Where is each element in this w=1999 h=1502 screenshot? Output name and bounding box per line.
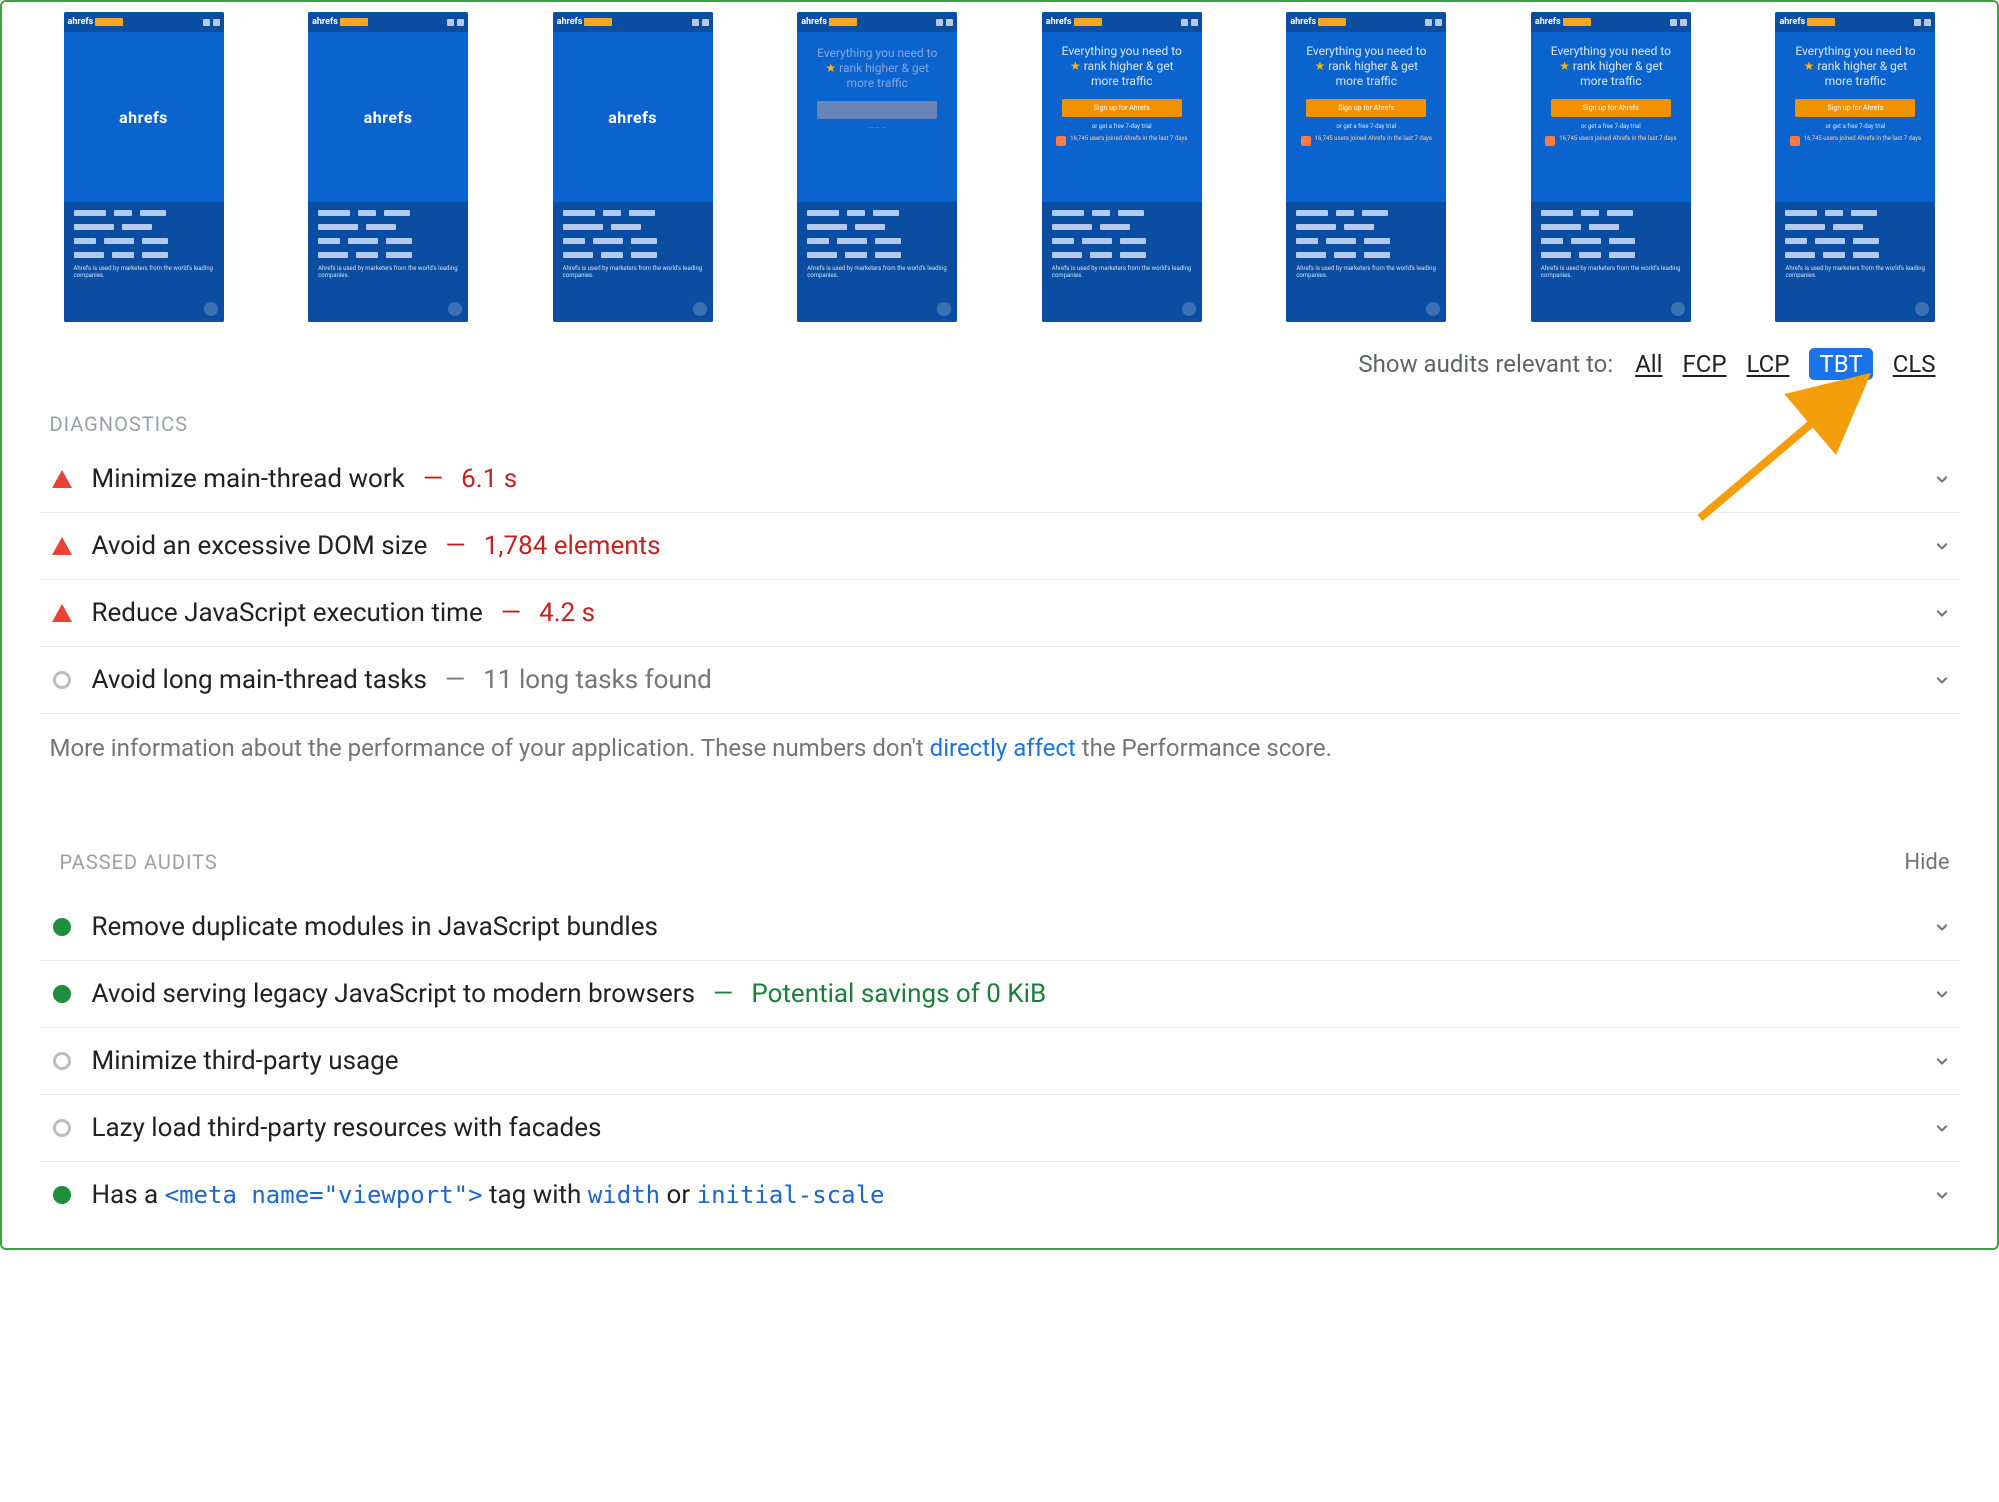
thumb-cta: Sign up for Ahrefs (1795, 99, 1915, 117)
audit-row[interactable]: Minimize third-party usage (40, 1028, 1960, 1095)
thumb-cta: Sign up for Ahrefs (1551, 99, 1671, 117)
thumb-brand: ahrefs (312, 17, 338, 27)
filter-row: Show audits relevant to: All FCP LCP TBT… (40, 342, 1960, 388)
filter-cls[interactable]: CLS (1893, 350, 1936, 378)
audit-dash: — (501, 598, 521, 628)
chevron-down-icon[interactable] (1932, 536, 1952, 556)
code-span: <meta name="viewport"> (165, 1181, 483, 1209)
filter-all[interactable]: All (1635, 350, 1662, 378)
audit-title: Avoid an excessive DOM size (92, 531, 428, 561)
audit-dash: — (713, 979, 733, 1009)
info-circle-icon (50, 1119, 74, 1137)
audit-value: 1,784 elements (484, 531, 661, 561)
audit-dash: — (445, 531, 465, 561)
chevron-down-icon[interactable] (1932, 1051, 1952, 1071)
info-circle-icon (50, 1052, 74, 1070)
filmstrip: ahrefs ahrefs Ahrefs is used by marketer… (40, 2, 1960, 342)
audit-row[interactable]: Remove duplicate modules in JavaScript b… (40, 894, 1960, 961)
diagnostics-info: More information about the performance o… (40, 714, 1960, 766)
section-passed-title: PASSED AUDITS (50, 790, 228, 884)
thumb-brand: ahrefs (1779, 17, 1805, 27)
chevron-down-icon[interactable] (1932, 1118, 1952, 1138)
filmstrip-thumb[interactable]: ahrefs ahrefs Ahrefs is used by marketer… (64, 12, 224, 322)
lighthouse-panel: ahrefs ahrefs Ahrefs is used by marketer… (20, 2, 1980, 1228)
chevron-down-icon[interactable] (1932, 1185, 1952, 1205)
thumb-brand: ahrefs (1046, 17, 1072, 27)
filter-tbt[interactable]: TBT (1809, 348, 1872, 380)
audit-row[interactable]: Lazy load third-party resources with fac… (40, 1095, 1960, 1162)
thumb-cta (817, 101, 937, 119)
pass-circle-icon (50, 985, 74, 1003)
fail-triangle-icon (50, 470, 74, 488)
audit-value: 6.1 s (461, 464, 517, 494)
filmstrip-thumb[interactable]: ahrefs Everything you need to ★ rank hig… (797, 12, 957, 322)
audit-dash: — (445, 665, 465, 695)
pass-circle-icon (50, 918, 74, 936)
chevron-down-icon[interactable] (1932, 984, 1952, 1004)
thumb-brand: ahrefs (801, 17, 827, 27)
audit-title: Has a <meta name="viewport"> tag with wi… (92, 1180, 885, 1210)
thumb-brand: ahrefs (68, 17, 94, 27)
filter-label: Show audits relevant to: (1358, 350, 1613, 378)
chevron-down-icon[interactable] (1932, 670, 1952, 690)
filmstrip-thumb[interactable]: ahrefs ahrefs Ahrefs is used by marketer… (553, 12, 713, 322)
code-span: initial-scale (697, 1181, 885, 1209)
info-circle-icon (50, 671, 74, 689)
directly-affect-link[interactable]: directly affect (930, 734, 1076, 762)
audit-title: Avoid long main-thread tasks (92, 665, 427, 695)
thumb-logo: ahrefs (364, 108, 413, 127)
filter-lcp[interactable]: LCP (1746, 350, 1789, 378)
section-diagnostics-title: DIAGNOSTICS (40, 388, 1960, 446)
chevron-down-icon[interactable] (1932, 917, 1952, 937)
audit-row[interactable]: Reduce JavaScript execution time — 4.2 s (40, 580, 1960, 647)
audit-value: Potential savings of 0 KiB (751, 979, 1046, 1009)
passed-list: Remove duplicate modules in JavaScript b… (40, 894, 1960, 1228)
filmstrip-thumb[interactable]: ahrefs Everything you need to ★ rank hig… (1286, 12, 1446, 322)
audit-title: Reduce JavaScript execution time (92, 598, 483, 628)
fail-triangle-icon (50, 537, 74, 555)
filter-fcp[interactable]: FCP (1682, 350, 1726, 378)
audit-row[interactable]: Avoid long main-thread tasks — 11 long t… (40, 647, 1960, 714)
diagnostics-list: Minimize main-thread work — 6.1 s Avoid … (40, 446, 1960, 714)
audit-title: Avoid serving legacy JavaScript to moder… (92, 979, 696, 1009)
pass-circle-icon (50, 1186, 74, 1204)
audit-row[interactable]: Has a <meta name="viewport"> tag with wi… (40, 1162, 1960, 1228)
thumb-cta: Sign up for Ahrefs (1062, 99, 1182, 117)
thumb-logo: ahrefs (119, 108, 168, 127)
thumb-logo: ahrefs (608, 108, 657, 127)
thumb-brand: ahrefs (557, 17, 583, 27)
filmstrip-thumb[interactable]: ahrefs Everything you need to ★ rank hig… (1531, 12, 1691, 322)
audit-value: 11 long tasks found (483, 665, 712, 695)
fail-triangle-icon (50, 604, 74, 622)
chevron-down-icon[interactable] (1932, 469, 1952, 489)
audit-title: Minimize third-party usage (92, 1046, 399, 1076)
code-span: width (588, 1181, 660, 1209)
audit-row[interactable]: Avoid serving legacy JavaScript to moder… (40, 961, 1960, 1028)
thumb-brand: ahrefs (1290, 17, 1316, 27)
hide-button[interactable]: Hide (1904, 800, 1949, 875)
audit-title: Minimize main-thread work (92, 464, 405, 494)
audit-row[interactable]: Minimize main-thread work — 6.1 s (40, 446, 1960, 513)
audit-title: Lazy load third-party resources with fac… (92, 1113, 602, 1143)
thumb-brand: ahrefs (1535, 17, 1561, 27)
filmstrip-thumb[interactable]: ahrefs ahrefs Ahrefs is used by marketer… (308, 12, 468, 322)
chevron-down-icon[interactable] (1932, 603, 1952, 623)
audit-title: Remove duplicate modules in JavaScript b… (92, 912, 658, 942)
filmstrip-thumb[interactable]: ahrefs Everything you need to ★ rank hig… (1042, 12, 1202, 322)
audit-row[interactable]: Avoid an excessive DOM size — 1,784 elem… (40, 513, 1960, 580)
audit-value: 4.2 s (539, 598, 595, 628)
audit-dash: — (423, 464, 443, 494)
thumb-cta: Sign up for Ahrefs (1306, 99, 1426, 117)
filmstrip-thumb[interactable]: ahrefs Everything you need to ★ rank hig… (1775, 12, 1935, 322)
